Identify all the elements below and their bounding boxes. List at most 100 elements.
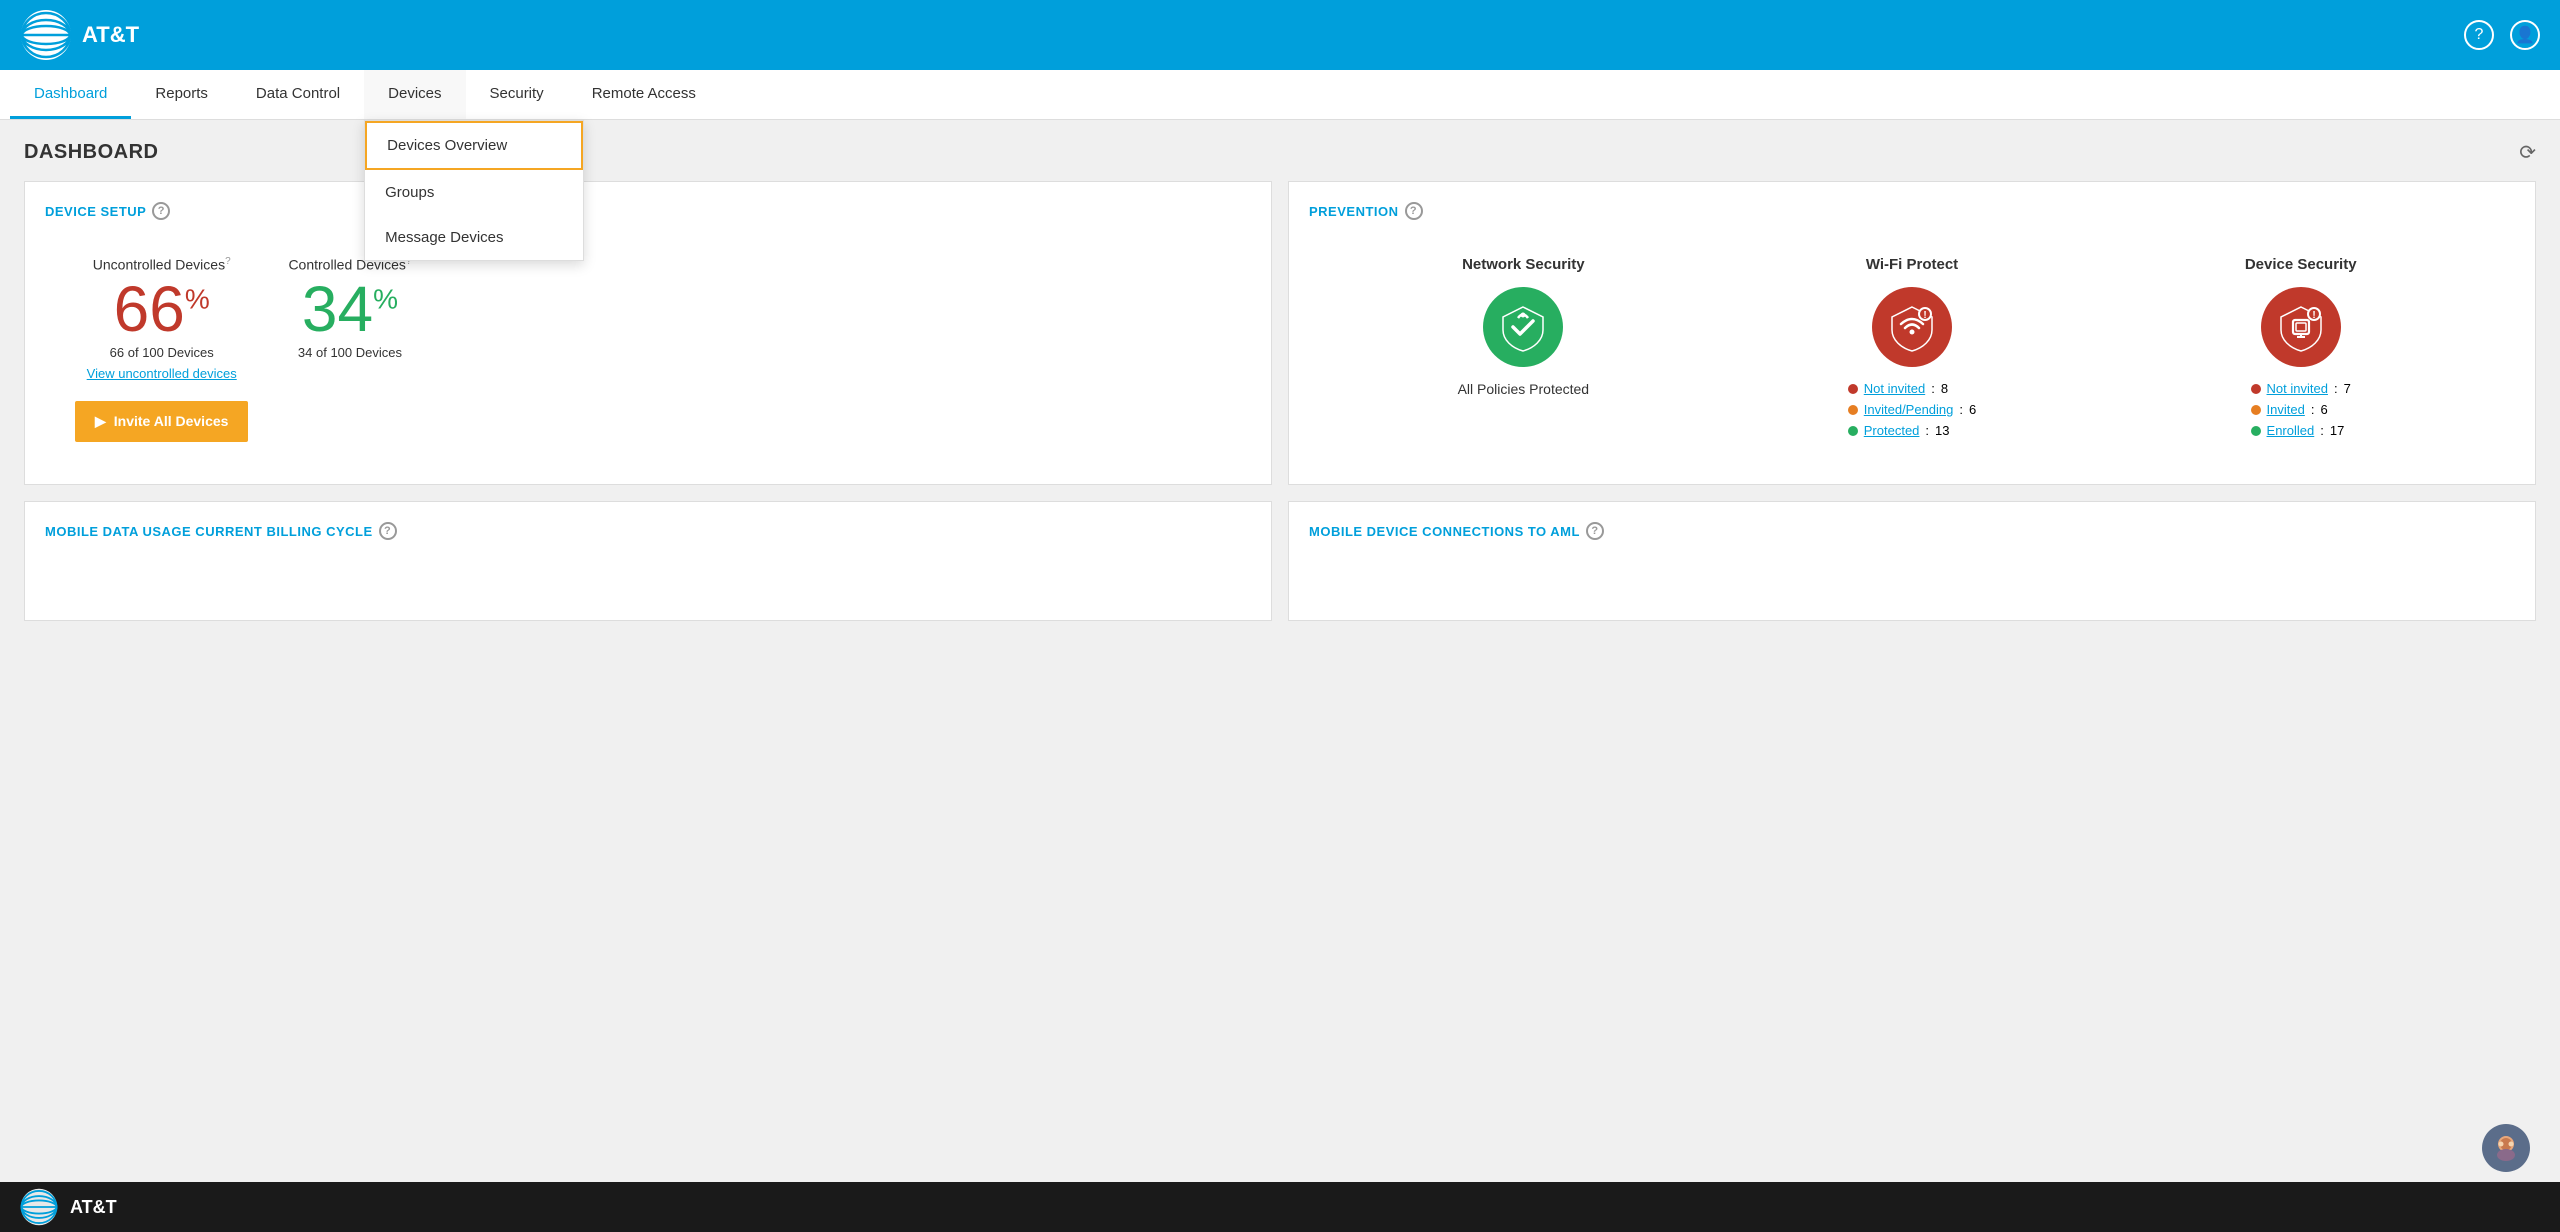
prevention-help[interactable]: ? bbox=[1405, 202, 1423, 220]
device-security-title: Device Security bbox=[2116, 256, 2485, 273]
controlled-percent: 34% bbox=[288, 277, 411, 341]
view-uncontrolled-link[interactable]: View uncontrolled devices bbox=[75, 366, 248, 381]
svg-text:!: ! bbox=[2312, 310, 2315, 321]
network-security-title: Network Security bbox=[1339, 256, 1708, 273]
uncontrolled-stat: Uncontrolled Devices? 66% 66 of 100 Devi… bbox=[75, 256, 248, 442]
uncontrolled-label: Uncontrolled Devices? bbox=[75, 256, 248, 273]
device-setup-title-text: DEVICE SETUP bbox=[45, 204, 146, 219]
wifi-not-invited-dot bbox=[1848, 384, 1858, 394]
chat-bubble-button[interactable] bbox=[2482, 1124, 2530, 1172]
prevention-title: PREVENTION ? bbox=[1309, 202, 2515, 220]
refresh-button[interactable]: ⟳ bbox=[2519, 140, 2536, 165]
invite-button-label: Invite All Devices bbox=[114, 413, 229, 429]
mobile-data-card: MOBILE DATA USAGE CURRENT BILLING CYCLE … bbox=[24, 501, 1272, 621]
wifi-not-invited-link[interactable]: Not invited bbox=[1864, 381, 1925, 396]
device-invited-dot bbox=[2251, 405, 2261, 415]
device-setup-title: DEVICE SETUP ? bbox=[45, 202, 1251, 220]
prevention-content: Network Security All Policies Protected bbox=[1309, 236, 2515, 464]
device-enrolled-link[interactable]: Enrolled bbox=[2267, 423, 2315, 438]
wifi-invited-pending-line: Invited/Pending: 6 bbox=[1848, 402, 1976, 417]
invite-arrow-icon: ▶ bbox=[95, 413, 106, 430]
chat-bubble-icon bbox=[2492, 1134, 2520, 1162]
device-invited-count: 6 bbox=[2320, 402, 2327, 417]
wifi-protected-dot bbox=[1848, 426, 1858, 436]
dropdown-item-groups[interactable]: Groups bbox=[365, 170, 583, 215]
prevention-columns: Network Security All Policies Protected bbox=[1329, 246, 2495, 454]
att-logo-text: AT&T bbox=[82, 22, 139, 48]
device-not-invited-count: 7 bbox=[2344, 381, 2351, 396]
wifi-protect-svg: ! bbox=[1887, 302, 1937, 352]
dropdown-item-message-devices[interactable]: Message Devices bbox=[365, 215, 583, 260]
mobile-connections-card: MOBILE DEVICE CONNECTIONS TO AML ? bbox=[1288, 501, 2536, 621]
device-security-stats: Not invited: 7 Invited: 6 Enrolled: bbox=[2251, 381, 2351, 444]
device-not-invited-line: Not invited: 7 bbox=[2251, 381, 2351, 396]
mobile-data-title: MOBILE DATA USAGE CURRENT BILLING CYCLE … bbox=[45, 522, 1251, 540]
nav-devices-label: Devices bbox=[388, 85, 441, 102]
wifi-invited-pending-link[interactable]: Invited/Pending bbox=[1864, 402, 1954, 417]
devices-dropdown: Devices Overview Groups Message Devices bbox=[364, 120, 584, 261]
wifi-protected-line: Protected: 13 bbox=[1848, 423, 1976, 438]
nav-item-security[interactable]: Security bbox=[466, 70, 568, 119]
device-invited-line: Invited: 6 bbox=[2251, 402, 2351, 417]
nav-item-remote-access[interactable]: Remote Access bbox=[568, 70, 720, 119]
nav-item-reports[interactable]: Reports bbox=[131, 70, 232, 119]
network-security-svg bbox=[1498, 302, 1548, 352]
mobile-connections-help[interactable]: ? bbox=[1586, 522, 1604, 540]
wifi-protected-count: 13 bbox=[1935, 423, 1949, 438]
device-enrolled-count: 17 bbox=[2330, 423, 2344, 438]
uncontrolled-help-sup[interactable]: ? bbox=[225, 256, 231, 267]
dropdown-item-overview[interactable]: Devices Overview bbox=[365, 121, 583, 170]
nav-item-data-control[interactable]: Data Control bbox=[232, 70, 364, 119]
device-enrolled-line: Enrolled: 17 bbox=[2251, 423, 2351, 438]
controlled-percent-value: 34 bbox=[302, 273, 373, 345]
device-setup-help[interactable]: ? bbox=[152, 202, 170, 220]
prevention-card: PREVENTION ? Network Security bbox=[1288, 181, 2536, 485]
mobile-connections-title-text: MOBILE DEVICE CONNECTIONS TO AML bbox=[1309, 524, 1580, 539]
nav-item-dashboard[interactable]: Dashboard bbox=[10, 70, 131, 119]
device-setup-content: Uncontrolled Devices? 66% 66 of 100 Devi… bbox=[45, 236, 1251, 462]
all-policies-text: All Policies Protected bbox=[1339, 381, 1708, 397]
header: AT&T ? 👤 bbox=[0, 0, 2560, 70]
bottom-cards-row: MOBILE DATA USAGE CURRENT BILLING CYCLE … bbox=[24, 501, 2536, 621]
wifi-invited-pending-dot bbox=[1848, 405, 1858, 415]
mobile-connections-title: MOBILE DEVICE CONNECTIONS TO AML ? bbox=[1309, 522, 2515, 540]
network-security-icon bbox=[1483, 287, 1563, 367]
nav-item-devices[interactable]: Devices Devices Overview Groups Message … bbox=[364, 70, 465, 119]
uncontrolled-label-text: Uncontrolled Devices bbox=[93, 257, 225, 273]
wifi-protected-link[interactable]: Protected bbox=[1864, 423, 1920, 438]
wifi-not-invited-line: Not invited: 8 bbox=[1848, 381, 1976, 396]
footer: AT&T bbox=[0, 1182, 2560, 1232]
att-logo bbox=[20, 9, 72, 61]
controlled-stat: Controlled Devices? 34% 34 of 100 Device… bbox=[288, 256, 411, 360]
device-not-invited-dot bbox=[2251, 384, 2261, 394]
prevention-title-text: PREVENTION bbox=[1309, 204, 1399, 219]
wifi-protect-col: Wi-Fi Protect ! bbox=[1718, 246, 2107, 454]
invite-all-devices-button[interactable]: ▶ Invite All Devices bbox=[75, 401, 248, 442]
device-invited-link[interactable]: Invited bbox=[2267, 402, 2305, 417]
uncontrolled-count: 66 of 100 Devices bbox=[75, 345, 248, 360]
wifi-invited-pending-count: 6 bbox=[1969, 402, 1976, 417]
user-button[interactable]: 👤 bbox=[2510, 20, 2540, 50]
dashboard-title: DASHBOARD bbox=[24, 141, 159, 164]
logo-area: AT&T bbox=[20, 9, 200, 61]
device-setup-card: DEVICE SETUP ? Uncontrolled Devices? 66%… bbox=[24, 181, 1272, 485]
help-button[interactable]: ? bbox=[2464, 20, 2494, 50]
uncontrolled-percent: 66% bbox=[75, 277, 248, 341]
wifi-protect-title: Wi-Fi Protect bbox=[1728, 256, 2097, 273]
footer-logo-text: AT&T bbox=[70, 1197, 117, 1218]
nav-bar: Dashboard Reports Data Control Devices D… bbox=[0, 70, 2560, 120]
device-security-svg: ! bbox=[2276, 302, 2326, 352]
wifi-protect-icon: ! bbox=[1872, 287, 1952, 367]
device-security-icon: ! bbox=[2261, 287, 2341, 367]
device-enrolled-dot bbox=[2251, 426, 2261, 436]
controlled-percent-sign: % bbox=[373, 283, 398, 314]
uncontrolled-percent-value: 66 bbox=[114, 273, 185, 345]
network-security-col: Network Security All Policies Protected bbox=[1329, 246, 1718, 454]
svg-text:!: ! bbox=[1923, 310, 1926, 321]
footer-logo bbox=[20, 1188, 58, 1226]
device-not-invited-link[interactable]: Not invited bbox=[2267, 381, 2328, 396]
controlled-count: 34 of 100 Devices bbox=[288, 345, 411, 360]
header-icons: ? 👤 bbox=[2464, 20, 2540, 50]
mobile-data-help[interactable]: ? bbox=[379, 522, 397, 540]
mobile-data-title-text: MOBILE DATA USAGE CURRENT BILLING CYCLE bbox=[45, 524, 373, 539]
